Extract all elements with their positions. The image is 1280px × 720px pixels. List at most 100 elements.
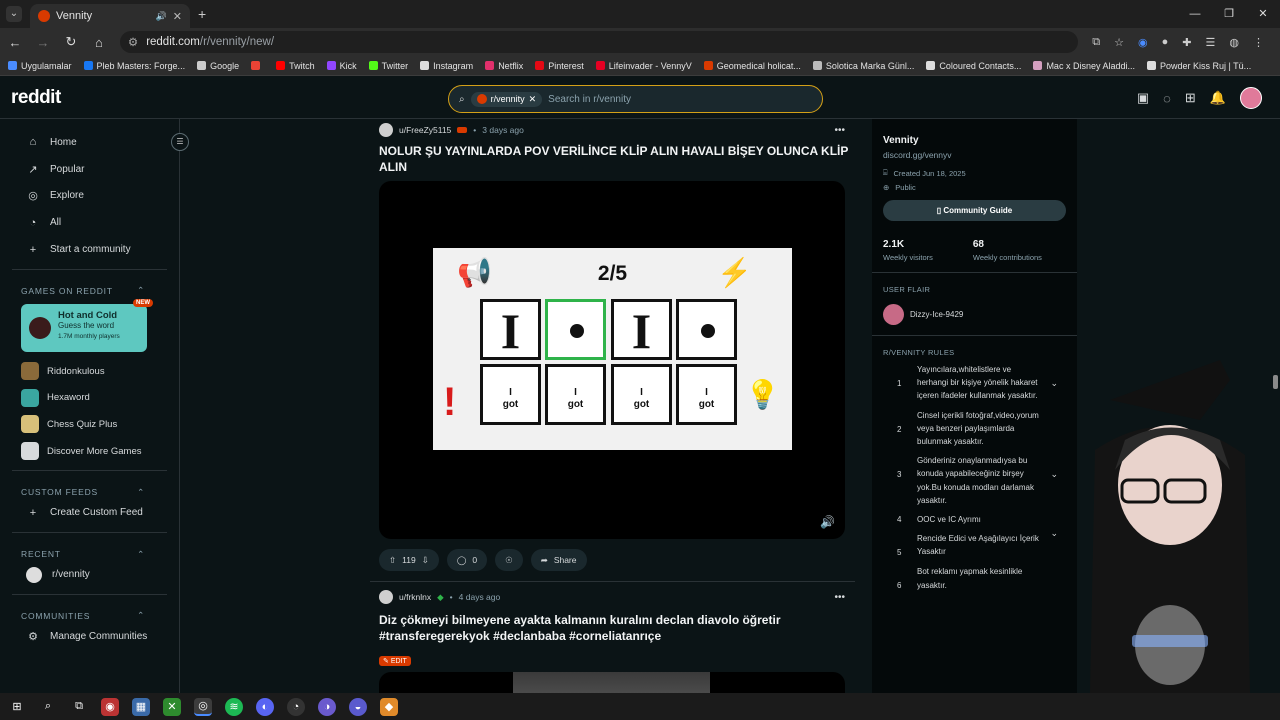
browser-tab[interactable]: Vennity 🔊 ✕ — [30, 4, 190, 28]
bookmark-item[interactable]: Twitch — [276, 60, 315, 71]
rule-item[interactable]: 3 Gönderiniz onaylanmadıysa bu konuda yap… — [883, 454, 1066, 507]
bookmark-star-icon[interactable]: ☆ — [1114, 36, 1124, 49]
bookmark-item[interactable]: Pinterest — [535, 60, 584, 71]
close-window-icon[interactable]: ✕ — [1246, 0, 1280, 28]
new-tab-icon[interactable]: + — [198, 6, 206, 22]
game-item[interactable]: Discover More Games — [12, 438, 167, 465]
restore-icon[interactable]: ❐ — [1212, 0, 1246, 28]
rule-item[interactable]: 2 Cinsel içerikli fotoğraf,video,yorum ve… — [883, 409, 1066, 449]
featured-game-card[interactable]: NEW Hot and Cold Guess the word 1.7M mon… — [21, 298, 153, 352]
search-scope-chip[interactable]: r/vennity ✕ — [470, 91, 543, 107]
app4-icon[interactable]: ◆ — [380, 697, 398, 716]
bookmark-item[interactable]: Coloured Contacts... — [926, 60, 1021, 71]
cast-icon[interactable]: ⧉ — [1092, 36, 1100, 49]
rule-item[interactable]: 1 Yayıncılara,whitelistlere ve herhangi b… — [883, 363, 1066, 403]
notifications-icon[interactable]: 🔔 — [1210, 90, 1226, 106]
bookmark-item[interactable]: Netflix — [485, 60, 523, 71]
spotify-icon[interactable]: ≋ — [225, 697, 243, 716]
search-taskbar-icon[interactable]: ⌕ — [39, 698, 57, 716]
windows-start-icon[interactable]: ⊞ — [8, 698, 26, 716]
forward-icon[interactable]: → — [36, 35, 50, 50]
more-options-icon[interactable]: ••• — [834, 592, 845, 603]
custom-feeds-header[interactable]: CUSTOM FEEDS ⌃ — [12, 485, 167, 499]
video-player[interactable] — [379, 672, 845, 693]
games-section-header[interactable]: GAMES ON REDDIT ⌃ — [12, 284, 167, 298]
manage-communities-button[interactable]: ⚙ Manage Communities — [12, 623, 167, 650]
bookmark-item[interactable] — [251, 60, 264, 71]
community-link[interactable]: discord.gg/vennyv — [883, 150, 1066, 160]
user-avatar-icon[interactable] — [379, 590, 393, 604]
sidebar-item-home[interactable]: ⌂ Home — [12, 129, 167, 156]
bookmark-item[interactable]: Uygulamalar — [8, 60, 72, 71]
create-custom-feed-button[interactable]: + Create Custom Feed — [12, 499, 167, 526]
search-box[interactable]: ⌕ r/vennity ✕ Search in r/vennity — [448, 85, 823, 113]
upvote-icon[interactable]: ⇧ — [389, 555, 396, 566]
tab-list-icon[interactable]: ☰ — [1206, 36, 1216, 49]
rule-item[interactable]: 4 OOC ve IC Ayrımı ⌄ — [883, 513, 1066, 538]
rule-item[interactable]: 6 Bot reklamı yapmak kesinlikle yasaktır. — [883, 565, 1066, 592]
home-browser-icon[interactable]: ⌂ — [92, 35, 106, 50]
bookmark-item[interactable]: Solotica Marka Günl... — [812, 60, 914, 71]
site-info-icon[interactable]: ⚙ — [128, 35, 138, 49]
page-scrollbar[interactable] — [1273, 375, 1278, 389]
browser-menu-icon[interactable]: ⋮ — [1253, 36, 1264, 49]
post-flair[interactable]: ✎ EDIT — [379, 656, 411, 666]
post-author[interactable]: u/frknlnx — [399, 592, 431, 602]
recent-header[interactable]: RECENT ⌃ — [12, 547, 167, 561]
bookmark-item[interactable]: Lifeinvader - VennyV — [595, 60, 692, 71]
reload-icon[interactable]: ↻ — [64, 34, 78, 50]
chrome-icon[interactable]: ◎ — [194, 697, 212, 716]
profile-icon[interactable]: ◍ — [1229, 36, 1239, 49]
bookmark-item[interactable]: Mac x Disney Aladdi... — [1033, 60, 1135, 71]
user-avatar[interactable] — [1240, 87, 1262, 109]
extension-icon[interactable]: ◉ — [1138, 36, 1148, 49]
search-input[interactable]: Search in r/vennity — [548, 94, 631, 105]
calculator-icon[interactable]: ▦ — [132, 697, 150, 716]
user-avatar-icon[interactable] — [379, 123, 393, 137]
extension-circle-icon[interactable]: ● — [1162, 36, 1169, 49]
award-button[interactable]: ☉ — [495, 549, 523, 571]
url-bar[interactable]: ⚙ reddit.com/r/vennity/new/ — [119, 31, 1079, 53]
sidebar-item-explore[interactable]: ◎ Explore — [12, 183, 167, 210]
user-flair[interactable]: Dizzy-Ice-9429 — [883, 304, 1066, 325]
discord-icon[interactable]: ◐ — [256, 697, 274, 716]
bookmark-item[interactable]: Pleb Masters: Forge... — [83, 60, 185, 71]
minimize-icon[interactable]: — — [1178, 0, 1212, 28]
chat-icon[interactable]: ◌ — [1163, 91, 1171, 106]
volume-icon[interactable]: 🔊 — [820, 515, 835, 529]
create-post-icon[interactable]: ⊞ — [1185, 90, 1196, 106]
back-icon[interactable]: ← — [8, 35, 22, 50]
share-button[interactable]: ➦ Share — [530, 549, 587, 571]
comments-button[interactable]: ◯ 0 — [446, 549, 488, 571]
bookmark-item[interactable]: Google — [197, 60, 239, 71]
sidebar-item-all[interactable]: ◔ All — [12, 209, 167, 236]
bookmark-item[interactable]: Geomedical holicat... — [703, 60, 801, 71]
post-author[interactable]: u/FreeZy5115 — [399, 125, 451, 135]
bookmark-item[interactable]: Twitter — [368, 60, 408, 71]
clear-chip-icon[interactable]: ✕ — [529, 94, 537, 105]
more-options-icon[interactable]: ••• — [834, 125, 845, 136]
game-item[interactable]: Riddonkulous — [12, 358, 167, 385]
video-player[interactable]: 📢 ⚡ ! 💡 2/5 I I I got I got I got I got … — [379, 181, 845, 539]
xbox-icon[interactable]: ✕ — [163, 697, 181, 716]
task-view-icon[interactable]: ⧉ — [70, 698, 88, 716]
game-item[interactable]: Hexaword — [12, 385, 167, 412]
game-item[interactable]: Chess Quiz Plus — [12, 411, 167, 438]
communities-header[interactable]: COMMUNITIES ⌃ — [12, 609, 167, 623]
extensions-puzzle-icon[interactable]: ✚ — [1182, 36, 1191, 49]
app-icon[interactable]: ◉ — [101, 697, 119, 716]
app2-icon[interactable]: ◑ — [318, 697, 336, 716]
sidebar-item-popular[interactable]: ↗ Popular — [12, 156, 167, 183]
app3-icon[interactable]: ◒ — [349, 697, 367, 716]
rule-item[interactable]: 5 Rencide Edici ve Aşağılayıcı İçerik Yas… — [883, 532, 1066, 559]
sidebar-item-start-a-community[interactable]: + Start a community — [12, 236, 167, 263]
tab-search-icon[interactable]: ⌄ — [6, 6, 22, 22]
community-guide-button[interactable]: ▯ Community Guide — [883, 200, 1066, 221]
recent-item-vennity[interactable]: r/vennity — [12, 561, 167, 588]
speaker-icon[interactable]: 🔊 — [156, 11, 167, 22]
bookmark-item[interactable]: Kick — [326, 60, 357, 71]
reddit-logo[interactable]: reddit — [11, 87, 61, 109]
downvote-icon[interactable]: ⇩ — [422, 555, 429, 566]
bookmark-item[interactable]: Instagram — [420, 60, 473, 71]
bookmark-item[interactable]: Powder Kiss Ruj | Tü... — [1146, 60, 1251, 71]
